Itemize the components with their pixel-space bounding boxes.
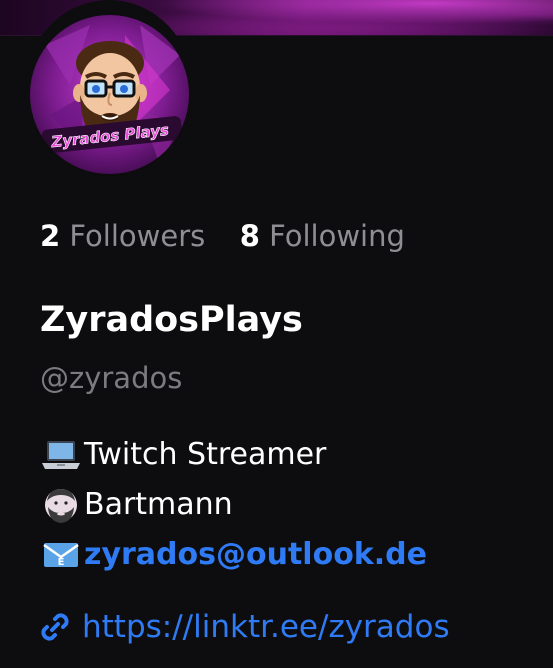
laptop-icon	[42, 441, 80, 469]
svg-text:E: E	[58, 557, 65, 568]
following-link[interactable]: 8 Following	[230, 219, 405, 253]
followers-link[interactable]: 2 Followers	[40, 219, 214, 253]
following-label: Following	[269, 219, 405, 253]
bearded-man-icon	[45, 489, 77, 523]
email-icon: E	[43, 543, 79, 568]
bio-line1-text: Twitch Streamer	[84, 437, 327, 472]
website-row: https://linktr.ee/zyrados	[38, 606, 450, 648]
profile-bio: Twitch Streamer Bartmann E zyrados@outlo…	[40, 430, 427, 580]
bio-line-email: E zyrados@outlook.de	[40, 530, 427, 580]
avatar[interactable]: Zyrados Plays	[30, 15, 189, 174]
website-link[interactable]: https://linktr.ee/zyrados	[82, 606, 450, 648]
bio-line-streamer: Twitch Streamer	[40, 430, 427, 480]
followers-count: 2	[40, 219, 61, 253]
followers-label: Followers	[69, 219, 206, 253]
following-count: 8	[239, 219, 260, 253]
email-link[interactable]: zyrados@outlook.de	[84, 530, 427, 580]
bio-line2-text: Bartmann	[84, 487, 233, 522]
follow-stats: 2 Followers 8 Following	[40, 216, 405, 256]
user-handle: @zyrados	[40, 361, 183, 395]
link-icon	[41, 613, 69, 641]
display-name: ZyradosPlays	[40, 300, 303, 340]
bio-line-bartmann: Bartmann	[40, 480, 427, 530]
avatar-image: Zyrados Plays	[30, 15, 189, 174]
